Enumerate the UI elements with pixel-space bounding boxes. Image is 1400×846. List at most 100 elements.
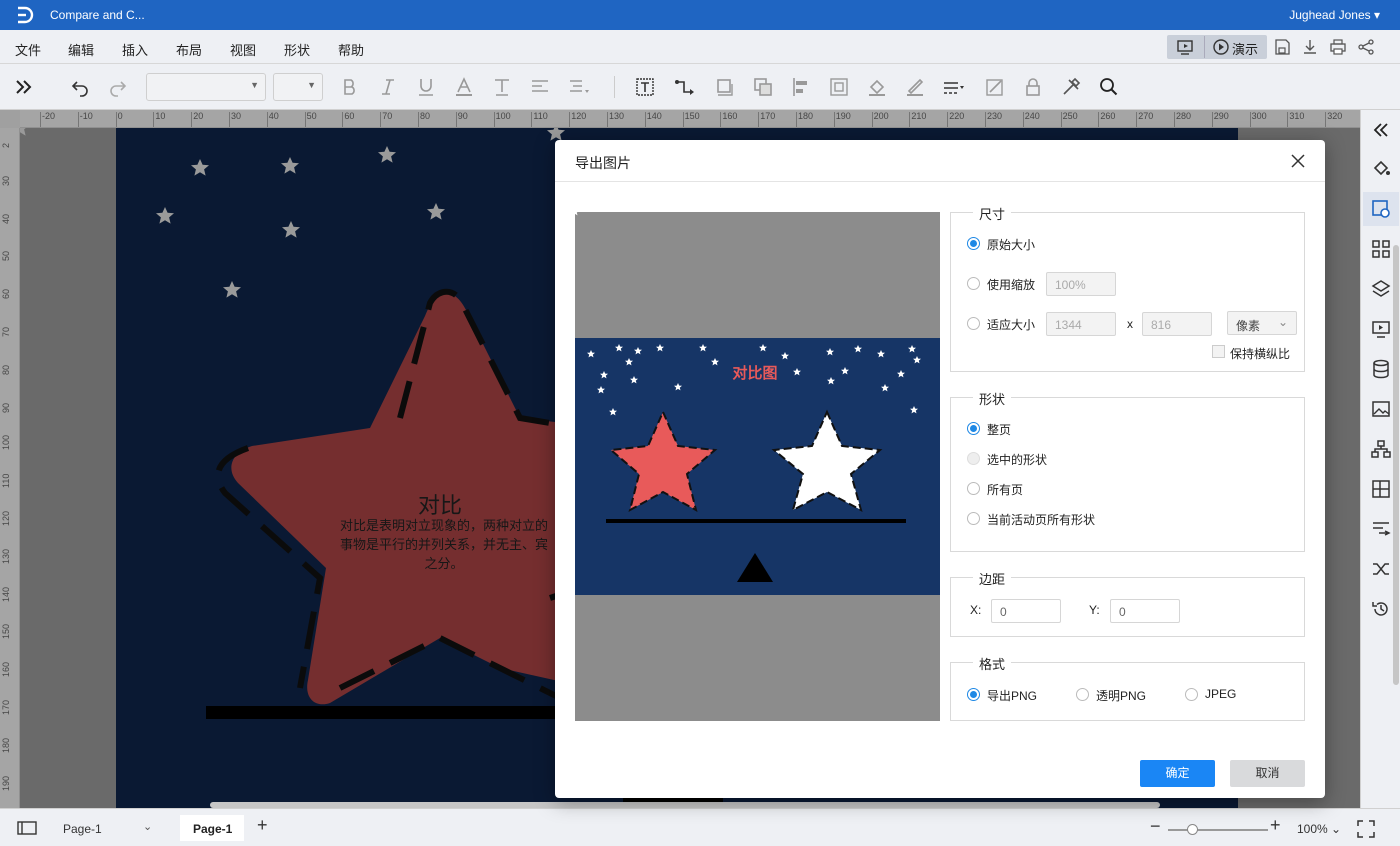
margin-y-input[interactable]: 0	[1110, 599, 1180, 623]
width-input[interactable]: 1344	[1046, 312, 1116, 336]
play-icon[interactable]	[1212, 38, 1230, 56]
page-tab-label: Page-1	[193, 822, 233, 836]
edit-shape-icon[interactable]	[984, 76, 1006, 98]
keep-ratio-checkbox[interactable]	[1212, 345, 1225, 358]
zoom-out-icon[interactable]: −	[1150, 816, 1161, 837]
app-logo-icon[interactable]	[14, 5, 34, 25]
png-radio[interactable]	[967, 688, 980, 701]
menu-insert[interactable]: 插入	[122, 40, 148, 59]
arrange-icon[interactable]	[752, 76, 774, 98]
vertical-scrollbar[interactable]	[1393, 245, 1399, 685]
font-family-select[interactable]: ▼	[146, 73, 266, 101]
text-box-icon[interactable]	[634, 76, 656, 98]
unit-select[interactable]: 像素 ⌄	[1227, 311, 1297, 335]
zoom-level[interactable]: 100% ⌄	[1297, 822, 1341, 836]
transparent-png-radio[interactable]	[1076, 688, 1089, 701]
document-title: Compare and C...	[50, 8, 145, 22]
image-panel-icon[interactable]	[1371, 399, 1391, 419]
grid-panel-icon[interactable]	[1371, 239, 1391, 259]
whole-page-radio[interactable]	[967, 422, 980, 435]
print-icon[interactable]	[1329, 38, 1347, 56]
undo-icon[interactable]	[69, 76, 91, 98]
format-panel-icon[interactable]	[1371, 519, 1391, 539]
org-chart-icon[interactable]	[1371, 439, 1391, 459]
scale-input[interactable]: 100%	[1046, 272, 1116, 296]
bold-icon[interactable]	[339, 76, 361, 98]
height-input[interactable]: 816	[1142, 312, 1212, 336]
add-page-icon[interactable]: +	[257, 815, 268, 836]
user-menu[interactable]: Jughead Jones ▾	[1289, 8, 1380, 22]
page-select[interactable]: Page-1	[63, 822, 102, 836]
dialog-divider	[555, 181, 1325, 182]
tools-icon[interactable]	[1060, 76, 1082, 98]
chevron-down-icon[interactable]: ⌄	[143, 820, 152, 833]
scale-label: 使用缩放	[987, 278, 1036, 292]
text-style-icon[interactable]	[491, 76, 513, 98]
fit-size-radio[interactable]	[967, 317, 980, 330]
transparent-png-label: 透明PNG	[1096, 689, 1147, 703]
data-panel-icon[interactable]	[1371, 359, 1391, 379]
zoom-slider-handle[interactable]	[1187, 824, 1198, 835]
ok-button[interactable]: 确定	[1140, 760, 1215, 787]
active-page-shapes-radio[interactable]	[967, 512, 980, 525]
line-spacing-icon[interactable]	[567, 76, 589, 98]
slideshow-icon[interactable]	[1176, 38, 1194, 56]
zoom-in-icon[interactable]: +	[1270, 815, 1281, 836]
download-icon[interactable]	[1301, 38, 1319, 56]
align-left-icon[interactable]	[790, 76, 812, 98]
layers-icon[interactable]	[1371, 279, 1391, 299]
group-icon[interactable]	[828, 76, 850, 98]
underline-icon[interactable]	[415, 76, 437, 98]
style-panel-icon[interactable]	[1371, 199, 1391, 219]
format-legend: 格式	[973, 654, 1012, 673]
jpeg-radio[interactable]	[1185, 688, 1198, 701]
png-label: 导出PNG	[987, 689, 1038, 703]
font-color-icon[interactable]	[453, 76, 475, 98]
fullscreen-icon[interactable]	[1357, 820, 1375, 838]
menu-file[interactable]: 文件	[15, 40, 41, 59]
chevron-down-icon: ⌄	[1277, 315, 1288, 329]
line-style-icon[interactable]	[942, 76, 964, 98]
line-color-icon[interactable]	[904, 76, 926, 98]
fill-color-icon[interactable]	[866, 76, 888, 98]
page-list-icon[interactable]	[17, 821, 37, 835]
preview-title: 对比图	[732, 365, 778, 382]
align-icon[interactable]	[529, 76, 551, 98]
dialog-title: 导出图片	[575, 155, 631, 171]
expand-panel-icon[interactable]	[13, 76, 35, 98]
margin-x-input[interactable]: 0	[991, 599, 1061, 623]
page-tab[interactable]: Page-1	[180, 815, 244, 841]
menu-view[interactable]: 视图	[230, 40, 256, 59]
fill-panel-icon[interactable]	[1371, 158, 1391, 178]
shuffle-icon[interactable]	[1371, 559, 1391, 579]
margin-legend: 边距	[973, 569, 1012, 588]
all-pages-radio[interactable]	[967, 482, 980, 495]
connector-icon[interactable]	[674, 76, 696, 98]
collapse-panel-icon[interactable]	[1371, 120, 1391, 140]
menu-layout[interactable]: 布局	[176, 40, 202, 59]
redo-icon[interactable]	[107, 76, 129, 98]
search-icon[interactable]	[1098, 76, 1120, 98]
menu-help[interactable]: 帮助	[338, 40, 364, 59]
save-icon[interactable]	[1273, 38, 1291, 56]
history-icon[interactable]	[1371, 599, 1391, 619]
lock-icon[interactable]	[1022, 76, 1044, 98]
shape-outline-icon[interactable]	[714, 76, 736, 98]
shape-legend: 形状	[973, 389, 1012, 408]
menu-edit[interactable]: 编辑	[68, 40, 94, 59]
layout-panel-icon[interactable]	[1371, 479, 1391, 499]
scale-radio[interactable]	[967, 277, 980, 290]
menu-shape[interactable]: 形状	[284, 40, 310, 59]
whole-page-label: 整页	[987, 423, 1012, 437]
share-icon[interactable]	[1357, 38, 1375, 56]
presentation-panel-icon[interactable]	[1371, 319, 1391, 339]
italic-icon[interactable]	[377, 76, 399, 98]
zoom-slider[interactable]	[1168, 829, 1268, 831]
right-sidebar	[1360, 110, 1400, 808]
cancel-button[interactable]: 取消	[1230, 760, 1305, 787]
close-icon[interactable]	[1289, 152, 1307, 170]
present-label[interactable]: 演示	[1232, 39, 1258, 58]
font-size-select[interactable]: ▼	[273, 73, 323, 101]
selected-shapes-radio[interactable]	[967, 452, 980, 465]
original-size-radio[interactable]	[967, 237, 980, 250]
